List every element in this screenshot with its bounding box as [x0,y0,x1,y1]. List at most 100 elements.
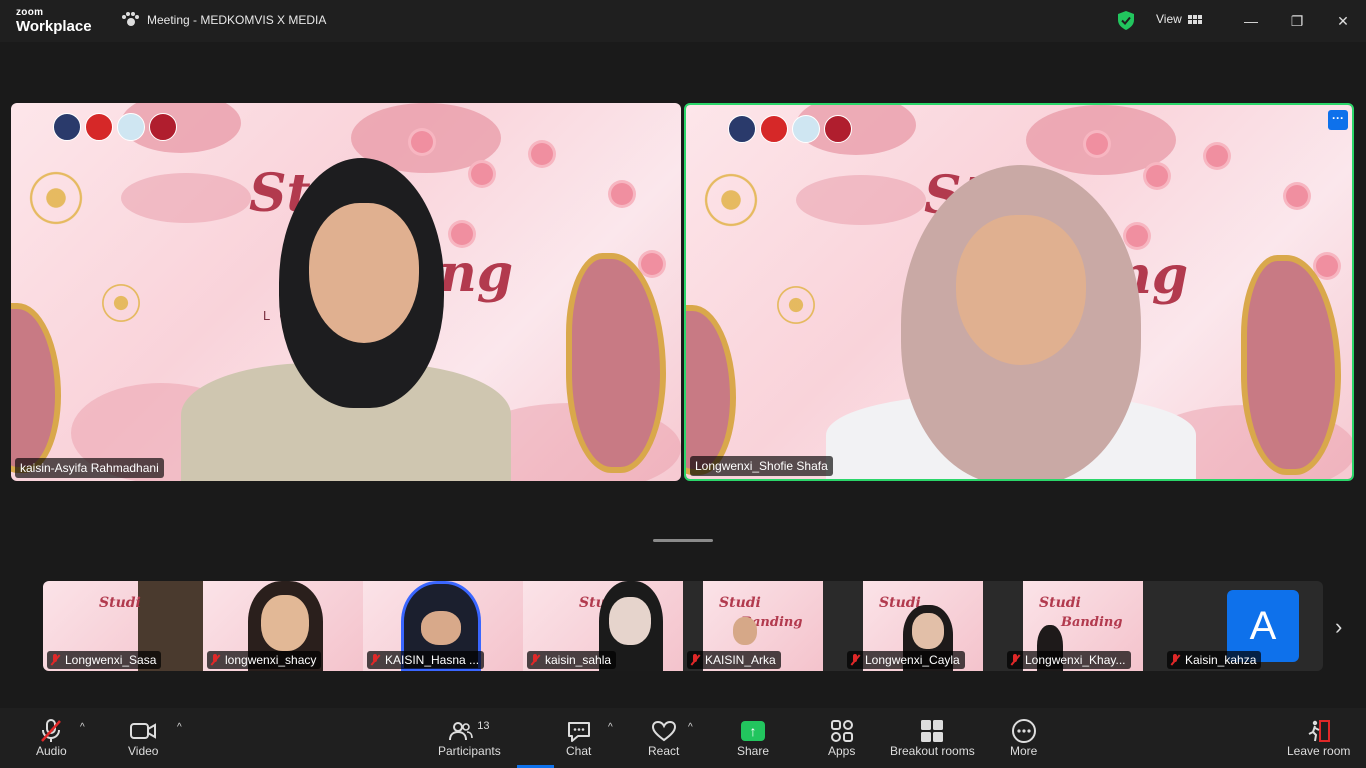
chat-options-caret[interactable]: ^ [608,722,613,733]
more-label: More [1010,744,1038,758]
participants-icon [449,722,474,741]
react-options-caret[interactable]: ^ [688,722,693,733]
sunburst-shape [81,263,161,343]
logo-badges [728,115,852,143]
thumbnail-tile[interactable]: Studi Longwenxi_Cayla [843,581,1003,671]
thumbnail-name: longwenxi_shacy [207,651,322,669]
university-logo-icon [728,115,756,143]
thumbnail-tile[interactable]: Studi Longwenxi_Sasa [43,581,203,671]
faculty-logo-icon [149,113,177,141]
chat-icon [567,722,590,742]
breakout-label: Breakout rooms [890,744,975,758]
mic-muted-icon [1170,654,1180,666]
mic-muted-icon [50,654,60,666]
participant-name-tag: Longwenxi_Shofie Shafa [690,456,833,476]
paw-icon [122,12,139,27]
share-up-icon: ↑ [741,721,766,741]
audio-options-caret[interactable]: ^ [80,722,85,733]
chevron-right-icon[interactable]: › [1335,614,1342,640]
mic-muted-icon [1010,654,1020,666]
breakout-icon [921,720,944,742]
video-button[interactable]: Video [128,718,158,758]
campus-logo-icon [117,113,145,141]
minimize-button[interactable]: — [1240,10,1262,32]
thumbnail-tile[interactable]: longwenxi_shacy [203,581,363,671]
close-button[interactable]: ✕ [1332,10,1354,32]
blossom-shape [1316,255,1338,277]
chat-button[interactable]: Chat [566,718,591,758]
leave-label: Leave room [1287,744,1351,758]
tile-more-button[interactable]: ··· [1328,110,1348,130]
logo-zoom-text: zoom [16,7,44,18]
blossom-shape [451,223,473,245]
audio-button[interactable]: Audio [36,718,67,758]
leave-room-button[interactable]: Leave room [1287,718,1350,758]
university-logo-icon [53,113,81,141]
thumbnail-name: kaisin_sahla [527,651,617,669]
thumbnail-name: KAISIN_Arka [687,651,781,669]
blossom-shape [1146,165,1168,187]
apps-label: Apps [828,744,856,758]
blossom-shape [1086,133,1108,155]
blossom-shape [531,143,553,165]
thumbnail-tile[interactable]: Studi Banding KAISIN_Arka [683,581,843,671]
share-button[interactable]: ↑ Share [737,718,769,758]
react-button[interactable]: React [648,718,679,758]
sunburst-shape [756,265,836,345]
thumbnail-name: Longwenxi_Sasa [47,651,162,669]
blossom-shape [471,163,493,185]
organization-logo-icon [760,115,788,143]
participants-button[interactable]: 13 Participants [438,718,501,758]
background-title-text-2: ng [439,243,514,304]
resize-handle[interactable] [653,539,713,542]
thumb-bg-text: Studi [99,595,141,611]
participants-count: 13 [477,720,490,732]
thumbnail-tile[interactable]: Studi kaisin_sahla [523,581,683,671]
participant-name-tag: kaisin-Asyifa Rahmadhani [15,458,164,478]
view-button[interactable]: View [1156,12,1202,26]
logo-badges [53,113,177,141]
thumbnail-name: Kaisin_kahza [1167,651,1262,669]
more-button[interactable]: More [1010,718,1037,758]
video-stage: St ng L O kaisin-Asyifa Rahmadhani ng ··… [0,42,1366,708]
video-tile-asyifa[interactable]: St ng L O kaisin-Asyifa Rahmadhani [11,103,681,481]
blossom-shape [641,253,663,275]
meeting-title-text: Meeting - MEDKOMVIS X MEDIA [147,12,327,27]
mic-muted-icon [690,654,700,666]
logo-workplace-text: Workplace [16,18,92,35]
grid-icon [1187,14,1202,24]
view-label: View [1156,12,1182,26]
apps-button[interactable]: Apps [828,718,855,758]
meeting-toolbar: Audio ^ Video ^ 13 Participants Chat ^ R… [0,708,1366,768]
video-label: Video [128,744,159,758]
thumbnail-name: Longwenxi_Cayla [847,651,965,669]
blossom-shape [611,183,633,205]
breakout-rooms-button[interactable]: Breakout rooms [890,718,975,758]
mic-muted-icon [370,654,380,666]
mic-muted-icon [41,719,62,742]
thumb-bg-text: Studi [719,595,761,611]
faculty-logo-icon [824,115,852,143]
thumb-bg-text: Studi [1039,595,1081,611]
chat-label: Chat [566,744,592,758]
blossom-shape [1206,145,1228,167]
share-label: Share [737,744,770,758]
shield-icon[interactable] [1117,11,1135,30]
thumbnail-strip: Studi Longwenxi_Sasa longwenxi_shacy KAI… [43,581,1323,671]
thumbnail-tile[interactable]: A Kaisin_kahza [1163,581,1323,671]
camera-icon [130,723,157,739]
video-tile-shofie[interactable]: St ng ··· Longwenxi_Shofie Shafa [684,103,1354,481]
thumbnail-tile[interactable]: KAISIN_Hasna ... [363,581,523,671]
leave-icon [1308,720,1330,742]
mic-muted-icon [850,654,860,666]
restore-button[interactable]: ❐ [1286,10,1308,32]
organization-logo-icon [85,113,113,141]
zoom-logo: zoom Workplace [16,7,92,35]
react-label: React [648,744,680,758]
thumb-bg-text-2: Banding [1061,615,1123,630]
meeting-title: Meeting - MEDKOMVIS X MEDIA [122,12,326,27]
thumbnail-tile[interactable]: Studi Banding Longwenxi_Khay... [1003,581,1163,671]
audio-label: Audio [36,744,67,758]
thumbnail-name: Longwenxi_Khay... [1007,651,1131,669]
video-options-caret[interactable]: ^ [177,722,182,733]
